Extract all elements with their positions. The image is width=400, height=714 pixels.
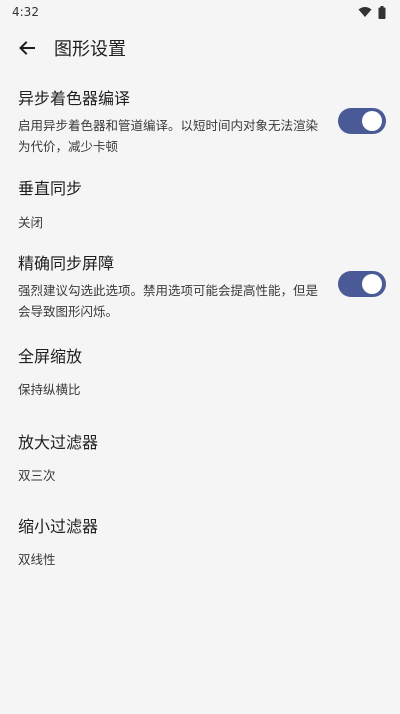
setting-summary: 双线性 bbox=[18, 552, 56, 567]
setting-summary: 强烈建议勾选此选项。禁用选项可能会提高性能，但是会导致图形闪烁。 bbox=[18, 283, 319, 319]
back-button[interactable] bbox=[0, 26, 54, 70]
setting-title: 全屏缩放 bbox=[18, 347, 83, 366]
status-time: 4:32 bbox=[12, 5, 39, 19]
accurate-sync-switch[interactable] bbox=[338, 271, 386, 297]
setting-summary: 启用异步着色器和管道编译。以短时间内对象无法渲染为代价，减少卡顿 bbox=[18, 118, 319, 154]
setting-title: 精确同步屏障 bbox=[18, 254, 115, 273]
setting-fullscreen-scale[interactable]: 全屏缩放 保持纵横比 bbox=[0, 332, 400, 418]
page-title: 图形设置 bbox=[54, 39, 126, 60]
status-icons bbox=[358, 5, 386, 19]
setting-title: 放大过滤器 bbox=[18, 433, 99, 452]
battery-icon bbox=[378, 5, 386, 19]
setting-minify-filter[interactable]: 缩小过滤器 双线性 bbox=[0, 502, 400, 582]
setting-summary: 双三次 bbox=[18, 468, 56, 483]
status-bar: 4:32 bbox=[0, 0, 400, 24]
switch-knob bbox=[362, 274, 382, 294]
setting-async-shader[interactable]: 异步着色器编译 启用异步着色器和管道编译。以短时间内对象无法渲染为代价，减少卡顿 bbox=[0, 78, 400, 160]
setting-title: 缩小过滤器 bbox=[18, 517, 99, 536]
settings-list: 异步着色器编译 启用异步着色器和管道编译。以短时间内对象无法渲染为代价，减少卡顿… bbox=[0, 78, 400, 582]
setting-title: 垂直同步 bbox=[18, 179, 83, 198]
setting-title: 异步着色器编译 bbox=[18, 89, 131, 108]
setting-magnify-filter[interactable]: 放大过滤器 双三次 bbox=[0, 418, 400, 502]
setting-vsync[interactable]: 垂直同步 关闭 bbox=[0, 160, 400, 240]
app-bar: 图形设置 bbox=[0, 26, 400, 70]
setting-summary: 关闭 bbox=[18, 215, 44, 230]
async-shader-switch[interactable] bbox=[338, 108, 386, 134]
wifi-icon bbox=[358, 7, 372, 17]
setting-summary: 保持纵横比 bbox=[18, 382, 81, 397]
switch-knob bbox=[362, 111, 382, 131]
arrow-left-icon bbox=[19, 41, 35, 55]
setting-accurate-sync[interactable]: 精确同步屏障 强烈建议勾选此选项。禁用选项可能会提高性能，但是会导致图形闪烁。 bbox=[0, 240, 400, 332]
